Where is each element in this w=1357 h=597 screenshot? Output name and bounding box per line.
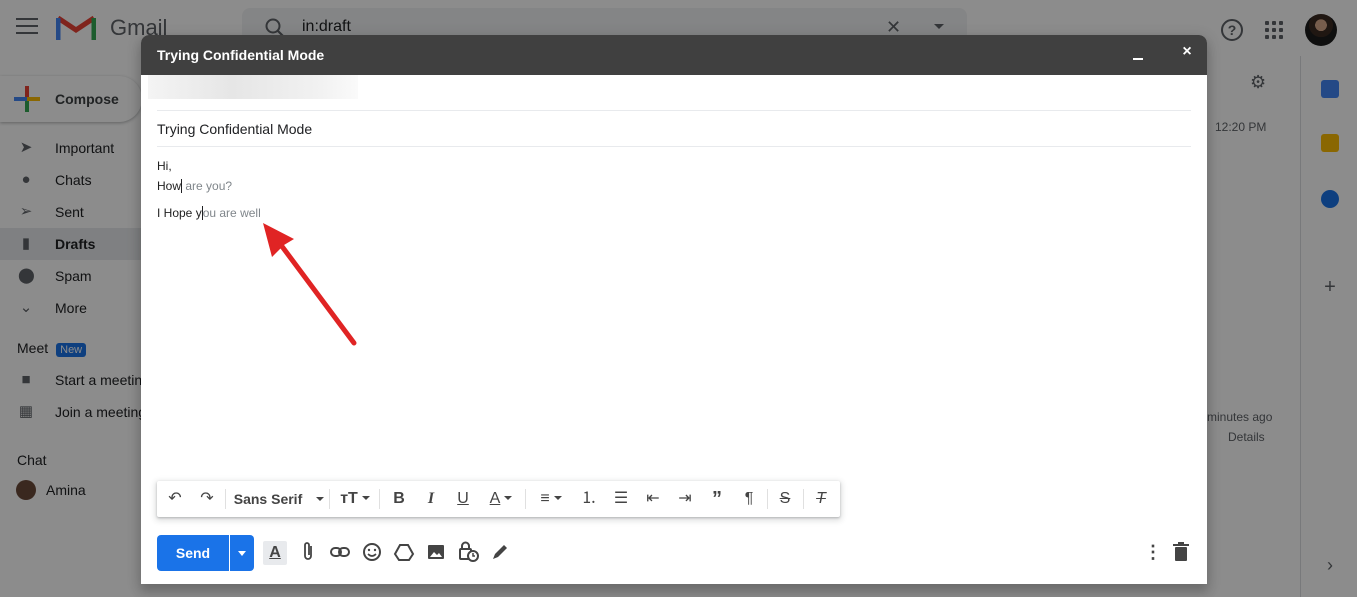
formatting-options-icon[interactable]: A: [263, 541, 287, 565]
redo-icon[interactable]: ↷: [195, 487, 219, 511]
smart-compose-suggestion: are you?: [182, 179, 233, 193]
compose-window: Trying Confidential Mode × Trying Confid…: [141, 35, 1207, 584]
text-direction-icon[interactable]: ¶: [737, 487, 761, 511]
font-family-value: Sans Serif: [233, 491, 303, 507]
toolbar-divider: [767, 489, 768, 509]
text-size-icon[interactable]: ᴛT: [337, 487, 373, 511]
typed-text: How: [157, 179, 182, 193]
body-line: I Hope you are well: [157, 206, 261, 220]
insert-signature-icon[interactable]: [488, 541, 512, 565]
attach-file-icon[interactable]: [296, 541, 320, 565]
confidential-mode-icon[interactable]: [456, 541, 480, 565]
discard-draft-icon[interactable]: [1169, 541, 1193, 565]
schedule-send-dropdown[interactable]: [230, 535, 254, 571]
quote-icon[interactable]: ”: [705, 487, 729, 511]
toolbar-divider: [225, 489, 226, 509]
subject-field[interactable]: Trying Confidential Mode: [157, 121, 312, 137]
strikethrough-icon[interactable]: S: [773, 487, 797, 511]
indent-more-icon[interactable]: ⇥: [673, 487, 697, 511]
body-line: Hi,: [157, 159, 172, 173]
align-icon[interactable]: ≡: [533, 487, 569, 511]
indent-less-icon[interactable]: ⇤: [641, 487, 665, 511]
more-options-icon[interactable]: ⋮: [1141, 541, 1165, 565]
toolbar-divider: [803, 489, 804, 509]
emoji-icon[interactable]: [360, 541, 384, 565]
google-drive-icon[interactable]: [392, 541, 416, 565]
compose-title: Trying Confidential Mode: [157, 47, 325, 63]
formatting-toolbar: ↶ ↷ Sans Serif ᴛT B I U A ≡ ⒈ ☰ ⇤ ⇥ ” ¶ …: [157, 481, 840, 517]
recipients-divider: [157, 110, 1191, 111]
send-button[interactable]: Send: [157, 535, 229, 571]
recipients-field[interactable]: [148, 75, 358, 99]
body-line: How are you?: [157, 179, 232, 193]
text-color-icon[interactable]: A: [483, 487, 519, 511]
close-icon[interactable]: ×: [1180, 44, 1194, 60]
italic-icon[interactable]: I: [419, 487, 443, 511]
bulleted-list-icon[interactable]: ☰: [609, 487, 633, 511]
typed-text: I Hope y: [157, 206, 202, 220]
toolbar-divider: [379, 489, 380, 509]
compose-header[interactable]: Trying Confidential Mode ×: [141, 35, 1207, 75]
insert-photo-icon[interactable]: [424, 541, 448, 565]
numbered-list-icon[interactable]: ⒈: [577, 487, 601, 511]
annotation-arrow-icon: [263, 223, 357, 346]
toolbar-divider: [329, 489, 330, 509]
bold-icon[interactable]: B: [387, 487, 411, 511]
smart-compose-suggestion: ou are well: [202, 206, 261, 220]
undo-icon[interactable]: ↶: [163, 487, 187, 511]
insert-link-icon[interactable]: [328, 541, 352, 565]
font-family-select[interactable]: Sans Serif: [233, 487, 325, 511]
underline-icon[interactable]: U: [451, 487, 475, 511]
toolbar-divider: [525, 489, 526, 509]
remove-formatting-icon[interactable]: T: [809, 487, 833, 511]
subject-divider: [157, 146, 1191, 147]
minimize-icon[interactable]: [1133, 58, 1143, 60]
